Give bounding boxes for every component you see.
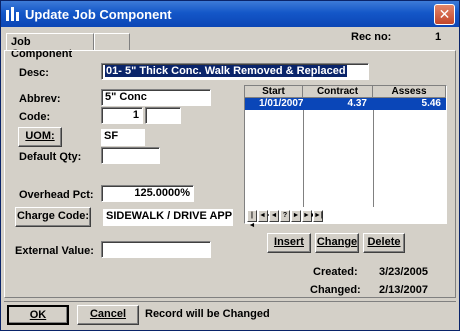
charge-code-value: SIDEWALK / DRIVE APP	[103, 209, 233, 226]
cancel-button[interactable]: Cancel	[77, 305, 139, 325]
external-value-label: External Value:	[15, 245, 94, 257]
created-value: 3/23/2005	[379, 266, 428, 278]
default-qty-label: Default Qty:	[19, 151, 82, 163]
first-record-icon[interactable]: |◄	[247, 210, 257, 229]
ok-button[interactable]: OK	[7, 305, 69, 325]
code-label: Code:	[19, 111, 51, 123]
changed-label: Changed:	[310, 284, 361, 296]
default-qty-field[interactable]	[101, 147, 160, 164]
cell-contract: 4.37	[347, 98, 367, 109]
desc-label: Desc:	[19, 67, 49, 79]
next-record-icon[interactable]: ►	[291, 210, 301, 222]
window-title: Update Job Component	[25, 7, 172, 22]
prev-page-icon[interactable]: ◄◄	[258, 210, 273, 222]
column-assess[interactable]: Assess	[373, 86, 446, 98]
column-divider	[303, 110, 304, 207]
code-field-2[interactable]	[145, 107, 181, 124]
status-message: Record will be Changed	[145, 308, 270, 320]
rec-no-label: Rec no:	[351, 31, 392, 43]
charge-code-button[interactable]: Charge Code:	[15, 207, 91, 227]
code-field-1[interactable]: 1	[101, 107, 143, 124]
abbrev-label: Abbrev:	[19, 93, 61, 105]
desc-field[interactable]: 01- 5" Thick Conc. Walk Removed & Replac…	[101, 63, 369, 80]
update-job-component-window: Update Job Component ✕ Job Component Rec…	[0, 0, 460, 331]
column-start[interactable]: Start	[245, 86, 303, 98]
title-bar[interactable]: Update Job Component ✕	[1, 1, 459, 27]
rates-grid[interactable]: Start Contract Assess 1/01/2007 4.37 5.4…	[244, 85, 447, 229]
external-value-field[interactable]	[101, 241, 211, 258]
uom-button[interactable]: UOM:	[18, 127, 62, 147]
tab-secondary[interactable]	[94, 33, 130, 51]
table-row[interactable]: 1/01/2007 4.37 5.46	[245, 98, 446, 110]
prev-record-icon[interactable]: ◄	[269, 210, 279, 222]
close-icon[interactable]: ✕	[434, 4, 455, 25]
overhead-pct-label: Overhead Pct:	[19, 189, 94, 201]
next-page-icon[interactable]: ►►	[302, 210, 317, 222]
column-divider	[373, 110, 374, 207]
change-button[interactable]: Change	[315, 233, 359, 253]
grid-header: Start Contract Assess	[245, 86, 446, 98]
cell-start: 1/01/2007	[259, 98, 304, 109]
cell-assess: 5.46	[421, 98, 441, 109]
rec-no-value: 1	[435, 31, 442, 43]
abbrev-field[interactable]: 5" Conc	[101, 89, 211, 106]
app-icon	[6, 7, 19, 21]
overhead-pct-field[interactable]: 125.0000%	[101, 185, 194, 202]
delete-button[interactable]: Delete	[363, 233, 405, 253]
insert-button[interactable]: Insert	[267, 233, 311, 253]
tab-job-component[interactable]: Job Component	[6, 33, 94, 60]
column-contract[interactable]: Contract	[303, 86, 373, 98]
created-label: Created:	[313, 266, 358, 278]
changed-value: 2/13/2007	[379, 284, 428, 296]
desc-value: 01- 5" Thick Conc. Walk Removed & Replac…	[105, 65, 347, 77]
uom-value: SF	[101, 129, 145, 146]
last-record-icon[interactable]: ►|	[313, 210, 323, 222]
search-record-icon[interactable]: ?	[280, 210, 290, 222]
